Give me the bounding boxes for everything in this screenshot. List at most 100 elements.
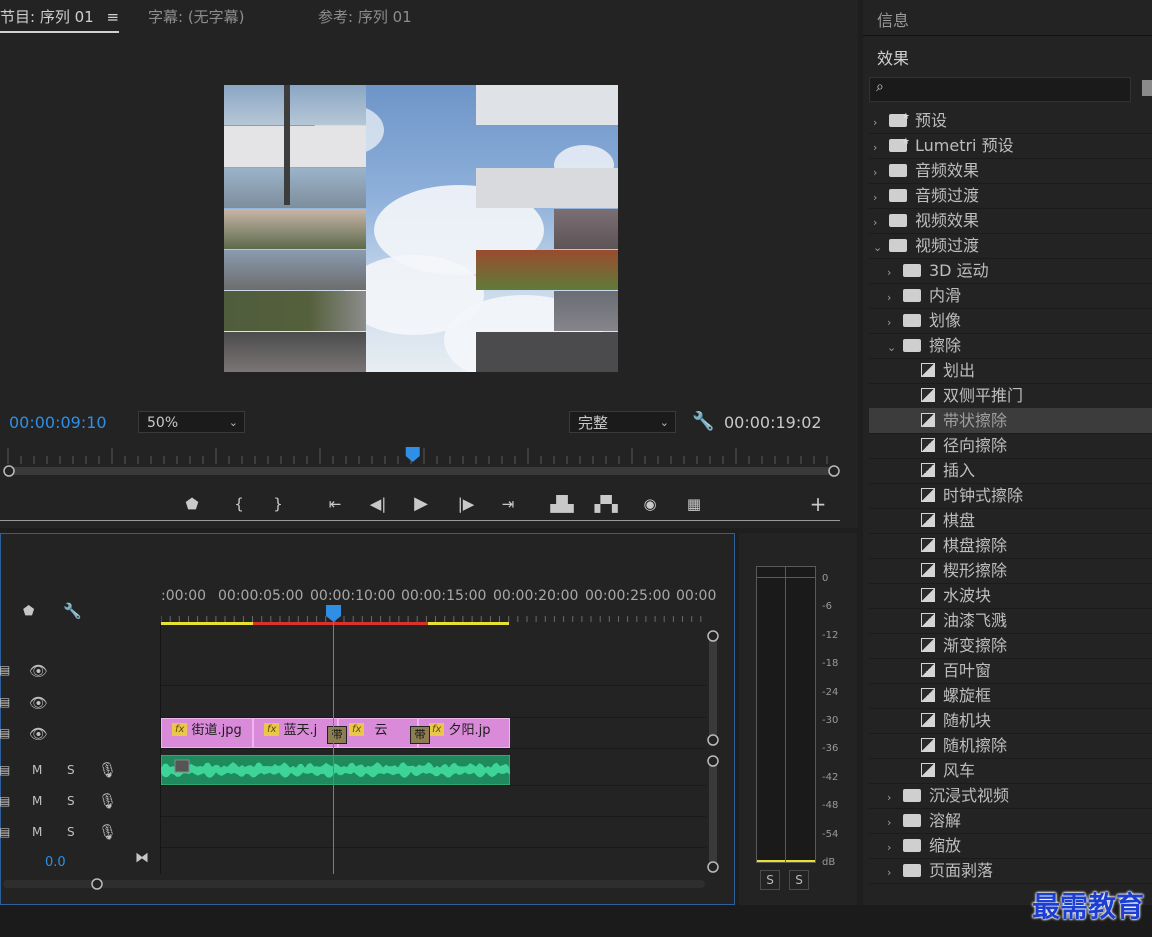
effect-item[interactable]: 随机擦除 [869,733,1152,759]
effect-item[interactable]: 随机块 [869,708,1152,734]
tab-reference[interactable]: 参考: 序列 01 [318,6,412,27]
effect-item[interactable]: › Lumetri 预设 [869,130,1152,160]
track-lane-a3[interactable] [161,817,706,848]
zoom-select[interactable]: 50% ⌄ [138,411,245,433]
add-button-icon[interactable]: + [806,492,830,516]
eye-icon[interactable]: 👁 [29,662,48,680]
track-lane-v3[interactable] [161,655,706,686]
effect-item[interactable]: › 溶解 [869,808,1152,834]
effect-item[interactable]: › 音频效果 [869,158,1152,184]
toggle-sync-lock-icon[interactable]: ▤ [0,763,10,777]
effect-item[interactable]: 带状擦除 [869,408,1152,434]
quality-select[interactable]: 完整 ⌄ [569,411,676,433]
chevron-down-icon[interactable]: ⌄ [873,235,889,260]
effect-item[interactable]: 时钟式擦除 [869,483,1152,509]
effect-item[interactable]: 径向擦除 [869,433,1152,459]
wrench-icon[interactable]: 🔧 [63,602,82,620]
video-clip[interactable]: fx 云 [338,718,418,748]
effect-item[interactable]: 百叶窗 [869,658,1152,684]
solo-button[interactable]: S [67,825,75,839]
toggle-sync-lock-icon[interactable]: ▤ [0,663,10,677]
chevron-right-icon[interactable]: › [887,285,903,310]
effect-item[interactable]: › 页面剥落 [869,858,1152,884]
microphone-icon[interactable]: 🎙 [98,761,117,779]
solo-button[interactable]: S [67,794,75,808]
extract-icon[interactable]: ▞▚ [594,492,618,516]
go-to-out-icon[interactable]: ⇥ [496,492,520,516]
effect-item[interactable]: 渐变擦除 [869,633,1152,659]
effect-item[interactable]: 楔形擦除 [869,558,1152,584]
current-timecode[interactable]: 00:00:09:10 [9,413,107,432]
effect-item[interactable]: 棋盘 [869,508,1152,534]
chevron-right-icon[interactable]: › [873,185,889,210]
track-lane-a2[interactable] [161,786,706,817]
effect-item[interactable]: ⌄ 视频过渡 [869,233,1152,259]
mark-in-icon[interactable]: { [227,492,251,516]
track-header-v1[interactable]: ▤ 👁 [0,718,161,748]
new-bin-icon[interactable] [1142,80,1152,96]
export-frame-icon[interactable]: ◉ [638,492,662,516]
chevron-right-icon[interactable]: › [873,210,889,235]
effect-item[interactable]: 油漆飞溅 [869,608,1152,634]
toggle-sync-lock-icon[interactable]: ▤ [0,794,10,808]
solo-left-button[interactable]: S [760,870,780,890]
tab-captions[interactable]: 字幕: (无字幕) [148,6,245,27]
transition-marker[interactable]: 带 [410,726,430,744]
step-back-icon[interactable]: ◀| [366,492,390,516]
chevron-right-icon[interactable]: › [873,160,889,185]
chevron-down-icon[interactable]: ⌄ [887,335,903,360]
add-marker-icon[interactable]: ⬟ [23,604,34,619]
chevron-right-icon[interactable]: › [887,860,903,885]
toggle-sync-lock-icon[interactable]: ▤ [0,695,10,709]
mute-button[interactable]: M [32,825,42,839]
effect-item[interactable]: 螺旋框 [869,683,1152,709]
mute-button[interactable]: M [32,763,42,777]
chevron-right-icon[interactable]: › [873,135,889,160]
horizontal-scrollbar[interactable] [1,874,711,894]
master-end-icon[interactable]: ⧓ [135,850,149,866]
effect-item[interactable]: › 缩放 [869,833,1152,859]
chevron-right-icon[interactable]: › [873,110,889,135]
track-header-v3[interactable]: ▤ 👁 [0,655,161,685]
effect-item[interactable]: 划出 [869,358,1152,384]
track-header-a3[interactable]: ▤ M S 🎙 [0,817,161,847]
track-header-v2[interactable]: ▤ 👁 [0,687,161,717]
effect-item[interactable]: › 音频过渡 [869,183,1152,209]
chevron-right-icon[interactable]: › [887,835,903,860]
play-icon[interactable]: ▶ [409,492,433,516]
video-clip[interactable]: fx 夕阳.jp [418,718,510,748]
add-marker-icon[interactable]: ⬟ [180,492,204,516]
effect-item[interactable]: › 3D 运动 [869,258,1152,284]
chevron-right-icon[interactable]: › [887,810,903,835]
chevron-right-icon[interactable]: › [887,785,903,810]
vertical-scrollbar[interactable] [701,624,725,884]
playhead-handle[interactable] [326,605,341,623]
track-header-a2[interactable]: ▤ M S 🎙 [0,786,161,816]
solo-right-button[interactable]: S [789,870,809,890]
solo-button[interactable]: S [67,763,75,777]
eye-icon[interactable]: 👁 [29,725,48,743]
search-input[interactable]: ⌕ [869,77,1131,102]
track-lane-v2[interactable] [161,687,706,718]
effect-item[interactable]: 棋盘擦除 [869,533,1152,559]
effect-item[interactable]: › 内滑 [869,283,1152,309]
go-to-in-icon[interactable]: ⇤ [323,492,347,516]
master-level[interactable]: 0.0 [45,855,66,870]
track-header-a1[interactable]: ▤ M S 🎙 [0,755,161,785]
effect-item[interactable]: › 预设 [869,105,1152,135]
eye-icon[interactable]: 👁 [29,694,48,712]
effect-item[interactable]: ⌄ 擦除 [869,333,1152,359]
effect-item[interactable]: › 沉浸式视频 [869,783,1152,809]
toggle-sync-lock-icon[interactable]: ▤ [0,726,10,740]
effect-item[interactable]: 风车 [869,758,1152,784]
panel-menu-icon[interactable]: ≡ [106,8,119,26]
transition-marker[interactable]: 带 [327,726,347,744]
lift-icon[interactable]: ▟▙ [550,492,574,516]
effect-item[interactable]: 水波块 [869,583,1152,609]
effect-item[interactable]: › 视频效果 [869,208,1152,234]
microphone-icon[interactable]: 🎙 [98,792,117,810]
toggle-sync-lock-icon[interactable]: ▤ [0,825,10,839]
effect-item[interactable]: 双侧平推门 [869,383,1152,409]
chevron-right-icon[interactable]: › [887,310,903,335]
mark-out-icon[interactable]: } [266,492,290,516]
